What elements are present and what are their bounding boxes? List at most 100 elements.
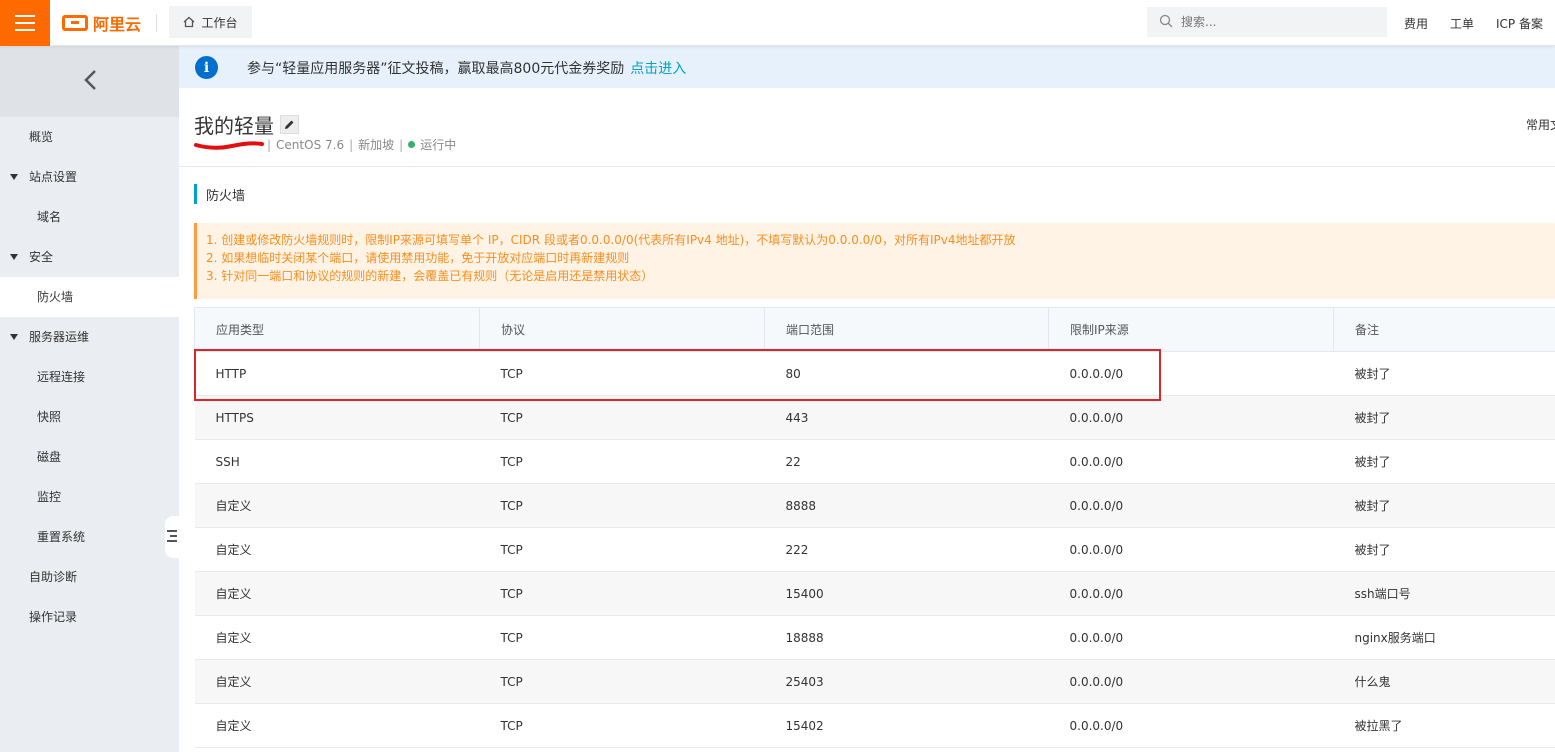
sidebar-collapse-handle[interactable] [165,516,179,558]
sidebar-item[interactable]: 远程连接 [0,357,179,397]
workbench-label: 工作台 [201,15,238,30]
warning-line: 2. 如果想临时关闭某个端口，请使用禁用功能，免于开放对应端口时再新建规则 [206,251,630,265]
search-input[interactable] [1181,15,1361,29]
cell-protocol: TCP [479,615,765,660]
sidebar-item-label: 自助诊断 [29,570,78,584]
sidebar-item[interactable]: 磁盘 [0,437,179,477]
status-dot [408,141,416,148]
table-row[interactable]: 自定义 TCP 222 0.0.0.0/0 被封了 [194,527,1555,572]
link-icp[interactable]: ICP 备案 [1496,15,1543,32]
cell-ip-source: 0.0.0.0/0 [1048,571,1334,616]
cell-port: 22 [764,439,1049,484]
table-row[interactable]: 自定义 TCP 18888 0.0.0.0/0 nginx服务端口 [194,615,1555,660]
cell-ip-source: 0.0.0.0/0 [1048,659,1334,704]
sidebar-item[interactable]: 域名 [0,197,179,237]
sidebar-item-label: 操作记录 [29,610,78,624]
sidebar-item[interactable]: 安全 [0,237,179,277]
sidebar-item[interactable]: 重置系统 [0,517,179,557]
cell-ip-source: 0.0.0.0/0 [1048,615,1334,660]
cell-protocol: TCP [479,351,765,396]
sidebar-item[interactable]: 操作记录 [0,597,179,637]
aliyun-logo[interactable]: 阿里云 [62,12,141,34]
table-row[interactable]: 自定义 TCP 15402 0.0.0.0/0 被拉黑了 [194,703,1555,748]
col-app-type: 应用类型 [194,307,480,352]
home-icon [183,16,195,28]
info-icon: i [195,56,218,79]
cell-port: 222 [764,527,1049,572]
cell-ip-source: 0.0.0.0/0 [1048,483,1334,528]
sidebar-item-label: 服务器运维 [29,330,90,344]
cell-port: 25403 [764,659,1049,704]
redaction-mark [194,140,264,150]
sidebar-item[interactable]: 自助诊断 [0,557,179,597]
sidebar-item[interactable]: 概览 [0,117,179,157]
chevron-left-icon [83,69,97,94]
table-row[interactable]: 自定义 TCP 15400 0.0.0.0/0 ssh端口号 [194,571,1555,616]
caret-down-icon [10,334,18,340]
cell-app-type: HTTPS [194,395,480,440]
instance-os: CentOS 7.6 [276,137,345,152]
list-collapse-icon [167,529,177,545]
cell-protocol: TCP [479,659,765,704]
table-row[interactable]: 自定义 TCP 8888 0.0.0.0/0 被封了 [194,483,1555,528]
cell-port: 80 [764,351,1049,396]
logo-text: 阿里云 [93,15,142,34]
divider [156,14,157,32]
cell-remark: nginx服务端口 [1333,615,1555,660]
sidebar-item-label: 远程连接 [37,370,86,384]
sidebar-item-label: 域名 [37,210,62,224]
sidebar-item-label: 重置系统 [37,530,86,544]
sidebar-back-button[interactable] [0,46,179,117]
cell-port: 8888 [764,483,1049,528]
top-links: 费用 工单 ICP 备案 [1382,0,1543,46]
sidebar-item-label: 磁盘 [37,450,62,464]
instance-region: 新加坡 [358,138,395,152]
search-box[interactable] [1147,7,1387,37]
notice-text: 参与“轻量应用服务器”征文投稿，赢取最高800元代金券奖励 [247,61,625,77]
top-bar: 阿里云 工作台 费用 工单 ICP 备案 [0,0,1555,46]
warning-box: 1. 创建或修改防火墙规则时，限制IP来源可填写单个 IP，CIDR 段或者0.… [194,223,1555,299]
cell-remark: 被封了 [1333,439,1555,484]
cell-protocol: TCP [479,439,765,484]
sidebar-item[interactable]: 防火墙 [0,277,179,317]
caret-down-icon [10,174,18,180]
sidebar-item[interactable]: 快照 [0,397,179,437]
section-title-text: 防火墙 [206,188,246,204]
instance-meta: | CentOS 7.6 | 新加坡 | 运行中 [194,136,456,153]
caret-down-icon [10,254,18,260]
sidebar: 概览站点设置域名安全 防火墙服务器运维远程连接快照磁盘监控重置系统自助诊断操作记录 [0,46,179,752]
table-row[interactable]: HTTPS TCP 443 0.0.0.0/0 被封了 [194,395,1555,440]
cell-protocol: TCP [479,571,765,616]
sidebar-item[interactable]: 服务器运维 [0,317,179,357]
cell-ip-source: 0.0.0.0/0 [1048,439,1334,484]
cell-remark: 被封了 [1333,351,1555,396]
table-row[interactable]: HTTP TCP 80 0.0.0.0/0 被封了 [194,351,1555,396]
menu-toggle-button[interactable] [0,0,50,46]
sidebar-item[interactable]: 站点设置 [0,157,179,197]
link-tickets[interactable]: 工单 [1450,15,1474,32]
pencil-icon [285,120,294,129]
search-icon [1159,14,1173,31]
table-row[interactable]: SSH TCP 22 0.0.0.0/0 被封了 [194,439,1555,484]
cell-app-type: 自定义 [194,615,480,660]
table-header-row: 应用类型 协议 端口范围 限制IP来源 备注 [194,307,1555,352]
warning-line: 1. 创建或修改防火墙规则时，限制IP来源可填写单个 IP，CIDR 段或者0.… [206,233,1016,247]
main-content: i 参与“轻量应用服务器”征文投稿，赢取最高800元代金券奖励 点击进入 我的轻量… [179,46,1555,752]
instance-title: 我的轻量 [194,114,274,138]
section-title: 防火墙 [194,184,245,204]
sidebar-item-label: 概览 [29,130,54,144]
sidebar-item-label: 站点设置 [29,170,78,184]
firewall-table: 应用类型 协议 端口范围 限制IP来源 备注 HTTP TCP 80 0.0.0.0/… [194,307,1555,748]
link-billing[interactable]: 费用 [1404,15,1428,32]
cell-remark: 被封了 [1333,527,1555,572]
notice-link[interactable]: 点击进入 [630,61,686,77]
sidebar-item[interactable]: 监控 [0,477,179,517]
workbench-button[interactable]: 工作台 [169,6,252,38]
cell-ip-source: 0.0.0.0/0 [1048,527,1334,572]
edit-name-button[interactable] [280,115,299,134]
col-ip-source: 限制IP来源 [1048,307,1334,352]
cell-protocol: TCP [479,395,765,440]
table-row[interactable]: 自定义 TCP 25403 0.0.0.0/0 什么鬼 [194,659,1555,704]
cell-port: 15402 [764,703,1049,748]
common-docs-link[interactable]: 常用文 [1526,116,1555,133]
